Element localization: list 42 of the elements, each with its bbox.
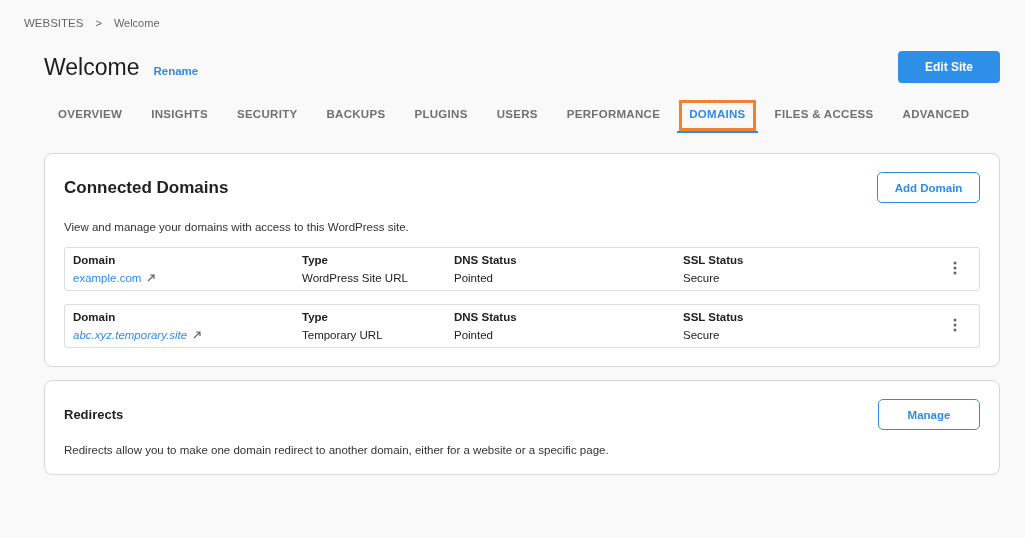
column-label: Domain <box>73 254 117 266</box>
domain-link[interactable]: abc.xyz.temporary.site <box>73 329 188 341</box>
tab[interactable]: INSIGHTS <box>139 98 220 133</box>
tab[interactable]: ADVANCED <box>890 98 982 133</box>
column-label: DNS Status <box>454 254 518 266</box>
column-label: SSL Status <box>683 311 745 323</box>
column-label: DNS Status <box>454 311 518 323</box>
external-link-icon[interactable] <box>193 331 202 339</box>
manage-button[interactable]: Manage <box>878 399 980 430</box>
type-value: Temporary URL <box>302 329 384 341</box>
tab[interactable]: PLUGINS <box>402 98 480 133</box>
add-domain-button[interactable]: Add Domain <box>877 172 980 203</box>
domain-link[interactable]: example.com <box>73 272 142 284</box>
card-description: Redirects allow you to make one domain redirect to another domain, either for a website or a specific page. <box>64 444 610 456</box>
card-title: Connected Domains <box>64 177 229 198</box>
page-title: Welcome <box>44 53 140 81</box>
edit-site-button[interactable]: Edit Site <box>898 51 1000 83</box>
ssl-status: Secure <box>683 272 721 284</box>
dns-status: Pointed <box>454 272 494 284</box>
tab[interactable]: DOMAINS <box>677 98 758 133</box>
more-options-icon[interactable] <box>951 318 959 334</box>
rename-link[interactable]: Rename <box>153 64 199 77</box>
breadcrumb-separator: > <box>95 17 102 29</box>
tab[interactable]: PERFORMANCE <box>554 98 673 133</box>
type-value: WordPress Site URL <box>302 272 409 284</box>
column-label: Type <box>302 311 329 323</box>
dns-status: Pointed <box>454 329 494 341</box>
external-link-icon[interactable] <box>147 274 156 282</box>
column-label: Domain <box>73 311 117 323</box>
tab[interactable]: OVERVIEW <box>46 98 135 133</box>
more-options-icon[interactable] <box>951 261 959 277</box>
card-title: Redirects <box>64 407 124 422</box>
column-label: SSL Status <box>683 254 745 266</box>
card-description: View and manage your domains with access to this WordPress site. <box>64 221 410 233</box>
tab[interactable]: SECURITY <box>224 98 310 133</box>
breadcrumb-link[interactable]: WEBSITES <box>24 17 84 29</box>
ssl-status: Secure <box>683 329 721 341</box>
tab[interactable]: FILES & ACCESS <box>762 98 886 133</box>
tab[interactable]: USERS <box>484 98 550 133</box>
breadcrumb-current: Welcome <box>113 17 160 29</box>
column-label: Type <box>302 254 329 266</box>
tab[interactable]: BACKUPS <box>314 98 398 133</box>
